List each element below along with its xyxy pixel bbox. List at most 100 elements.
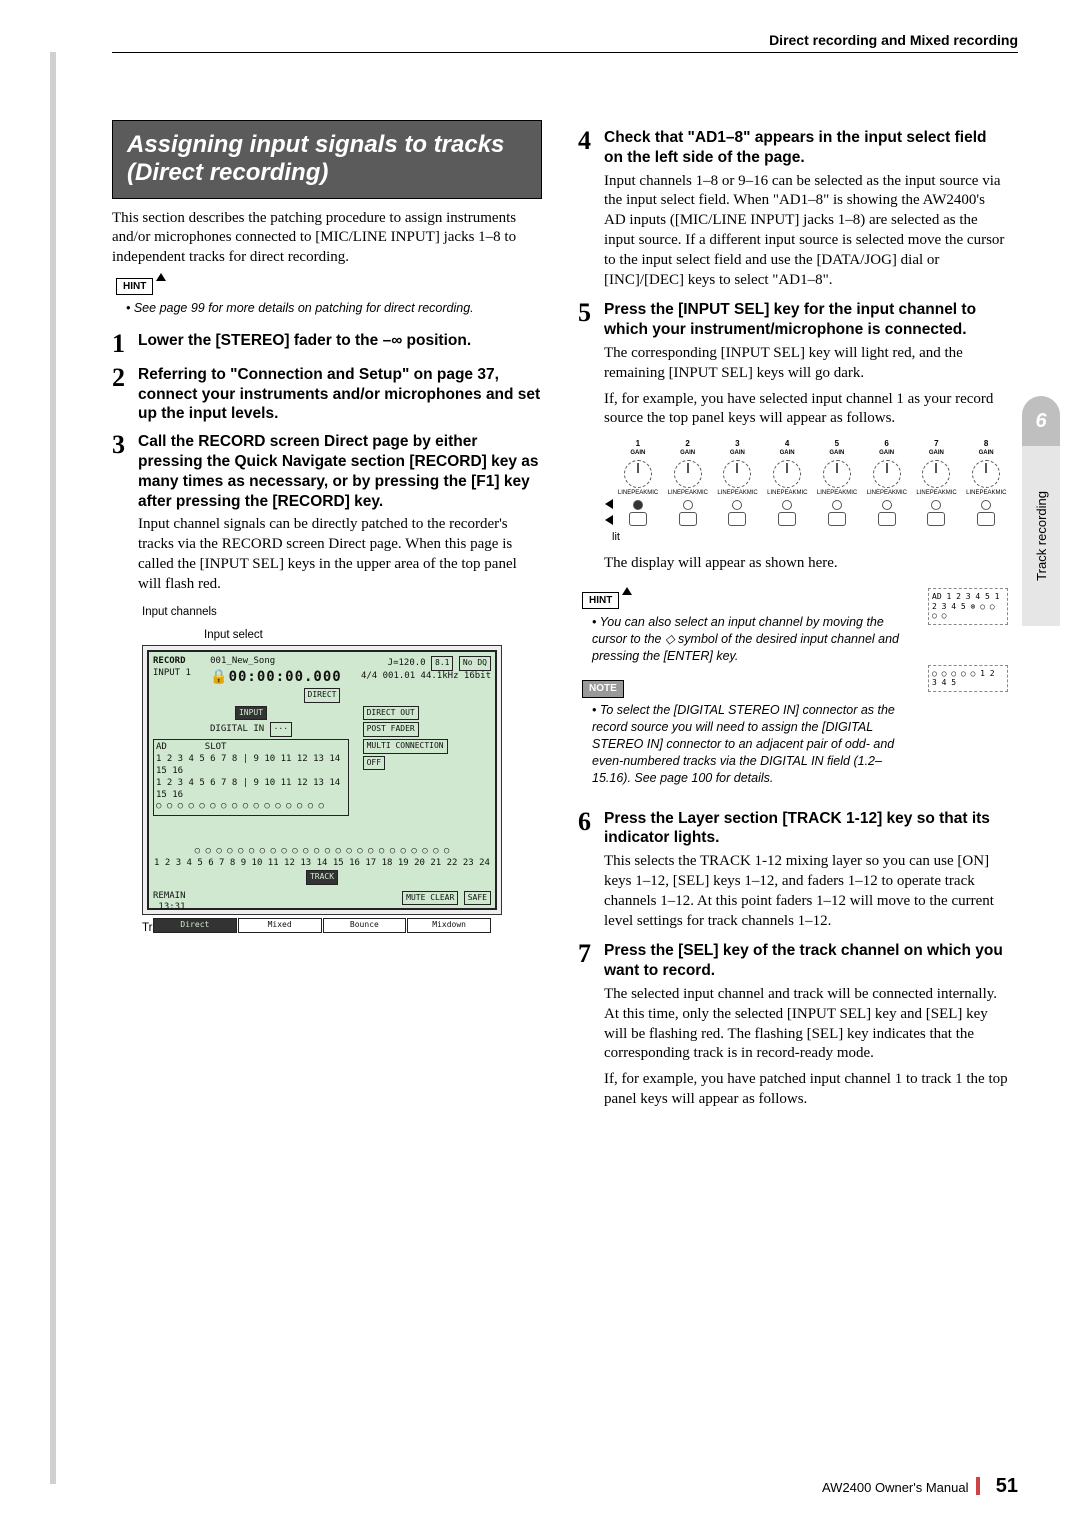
knob-number: 7	[934, 439, 938, 450]
note-badge: NOTE	[582, 680, 624, 697]
knob-number: 6	[884, 439, 888, 450]
hint-badge: HINT	[116, 278, 153, 295]
step-7-body2: If, for example, you have patched input …	[604, 1070, 1008, 1110]
step-4-body: Input channels 1–8 or 9–16 can be select…	[604, 172, 1008, 291]
header-rule	[112, 52, 1018, 53]
input-sel-led	[931, 500, 941, 510]
hint-badge: HINT	[582, 592, 619, 609]
step-6-body: This selects the TRACK 1-12 mixing layer…	[604, 852, 1008, 931]
step-4: 4 Check that "AD1–8" appears in the inpu…	[578, 128, 1008, 168]
knob-number: 4	[785, 439, 789, 450]
input-sel-led	[633, 500, 643, 510]
lcd-song: 001_New_Song	[210, 656, 275, 666]
lcd-tempo: J=120.0	[388, 658, 426, 668]
step-heading: Referring to "Connection and Setup" on p…	[138, 365, 542, 424]
small-diagram-column: AD 1 2 3 4 5 1 2 3 4 5 ⊗ ○ ○ ○ ○ ○ ○ ○ ○…	[918, 584, 1008, 801]
input-sel-led	[782, 500, 792, 510]
footer-page-number: 51	[996, 1475, 1018, 1497]
note-block-1: NOTE	[582, 678, 906, 698]
hint-block-2: HINT	[582, 590, 906, 610]
gain-label: GAIN	[829, 450, 844, 458]
lcd-screenshot: RECORD INPUT 1 001_New_Song 🔒00:00:00.000…	[142, 645, 542, 915]
step-heading: Press the [SEL] key of the track channel…	[604, 941, 1008, 981]
knob-unit-4: 4GAINLINEPEAKMIC	[765, 439, 809, 525]
lcd-subtitle: INPUT 1	[153, 668, 191, 678]
right-column: 4 Check that "AD1–8" appears in the inpu…	[578, 120, 1008, 1120]
lit-caption: lit	[612, 530, 1008, 545]
gain-knob-icon	[674, 460, 702, 488]
step-1: 1 Lower the [STEREO] fader to the –∞ pos…	[112, 331, 542, 357]
step-number: 4	[578, 128, 604, 168]
knob-unit-2: 2GAINLINEPEAKMIC	[666, 439, 710, 525]
knob-number: 1	[636, 439, 640, 450]
knob-range-labels: LINEPEAKMIC	[767, 490, 807, 498]
chapter-number: 6	[1035, 410, 1046, 433]
small-diagram-a: AD 1 2 3 4 5 1 2 3 4 5 ⊗ ○ ○ ○ ○	[928, 588, 1008, 625]
lcd-time: 🔒00:00:00.000	[210, 669, 342, 685]
small-diagram-b: ○ ○ ○ ○ ○ 1 2 3 4 5	[928, 665, 1008, 692]
gain-knob-icon	[773, 460, 801, 488]
gain-knob-icon	[624, 460, 652, 488]
input-sel-led	[683, 500, 693, 510]
step-5: 5 Press the [INPUT SEL] key for the inpu…	[578, 300, 1008, 340]
knob-range-labels: LINEPEAKMIC	[717, 490, 757, 498]
lcd-mute-clear: MUTE CLEAR	[402, 891, 458, 906]
input-jack-icon	[878, 512, 896, 526]
knob-unit-8: 8GAINLINEPEAKMIC	[964, 439, 1008, 525]
hint-arrow-icon	[156, 273, 166, 281]
lcd-rate: 001.01 44.1kHz 16bit	[383, 671, 491, 681]
step-7: 7 Press the [SEL] key of the track chann…	[578, 941, 1008, 981]
step-number: 6	[578, 809, 604, 849]
hint-text-2: • You can also select an input channel b…	[592, 614, 906, 665]
gain-label: GAIN	[680, 450, 695, 458]
breadcrumb: Direct recording and Mixed recording	[769, 32, 1018, 48]
lcd-slot: SLOT	[205, 742, 227, 752]
knob-range-labels: LINEPEAKMIC	[618, 490, 658, 498]
input-jack-icon	[778, 512, 796, 526]
hint-arrow-icon	[622, 587, 632, 595]
gain-label: GAIN	[630, 450, 645, 458]
chapter-tab: 6 Track recording	[1022, 396, 1060, 626]
lcd-tabs: Direct Mixed Bounce Mixdown	[153, 918, 491, 933]
knob-unit-6: 6GAINLINEPEAKMIC	[865, 439, 909, 525]
input-sel-led	[732, 500, 742, 510]
side-accent-bar	[50, 52, 56, 1484]
lcd-post-fader: POST FADER	[363, 722, 419, 737]
gain-knob-icon	[823, 460, 851, 488]
step-number: 1	[112, 331, 138, 357]
knob-range-labels: LINEPEAKMIC	[668, 490, 708, 498]
page-footer: AW2400 Owner's Manual 51	[822, 1475, 1018, 1498]
callout-input-select: Input select	[204, 628, 542, 643]
lcd-off: OFF	[363, 756, 385, 771]
step-heading: Press the [INPUT SEL] key for the input …	[604, 300, 1008, 340]
lcd-title: RECORD	[153, 656, 186, 666]
chapter-label: Track recording	[1034, 491, 1049, 581]
lcd-tab-mixed: Mixed	[238, 918, 322, 933]
lcd-ad-section: AD SLOT 1 2 3 4 5 6 7 8 | 9 10 11 12 13 …	[153, 739, 349, 816]
step-number: 3	[112, 432, 138, 511]
knob-range-labels: LINEPEAKMIC	[817, 490, 857, 498]
step-5-body1: The corresponding [INPUT SEL] key will l…	[604, 344, 1008, 384]
input-jack-icon	[679, 512, 697, 526]
knob-range-labels: LINEPEAKMIC	[916, 490, 956, 498]
content-columns: Assigning input signals to tracks (Direc…	[112, 120, 1018, 1120]
input-jack-icon	[927, 512, 945, 526]
step-number: 7	[578, 941, 604, 981]
arrow-down-icon	[605, 499, 613, 509]
lcd-remain: REMAIN	[153, 891, 186, 901]
note-text-1: • To select the [DIGITAL STEREO IN] conn…	[592, 702, 906, 786]
left-column: Assigning input signals to tracks (Direc…	[112, 120, 542, 1120]
input-jack-icon	[828, 512, 846, 526]
lcd-direct-out: DIRECT OUT	[363, 706, 419, 721]
lcd-tab-mixdown: Mixdown	[407, 918, 491, 933]
intro-paragraph: This section describes the patching proc…	[112, 209, 542, 268]
input-sel-led	[832, 500, 842, 510]
arrow-down-icon	[605, 515, 613, 525]
step-3-body: Input channel signals can be directly pa…	[138, 515, 542, 594]
gain-knob-icon	[922, 460, 950, 488]
knob-unit-5: 5GAINLINEPEAKMIC	[815, 439, 859, 525]
step-heading: Press the Layer section [TRACK 1-12] key…	[604, 809, 1008, 849]
step-5-body3: The display will appear as shown here.	[604, 554, 1008, 574]
step-number: 5	[578, 300, 604, 340]
hint-block-1: HINT	[116, 276, 542, 296]
